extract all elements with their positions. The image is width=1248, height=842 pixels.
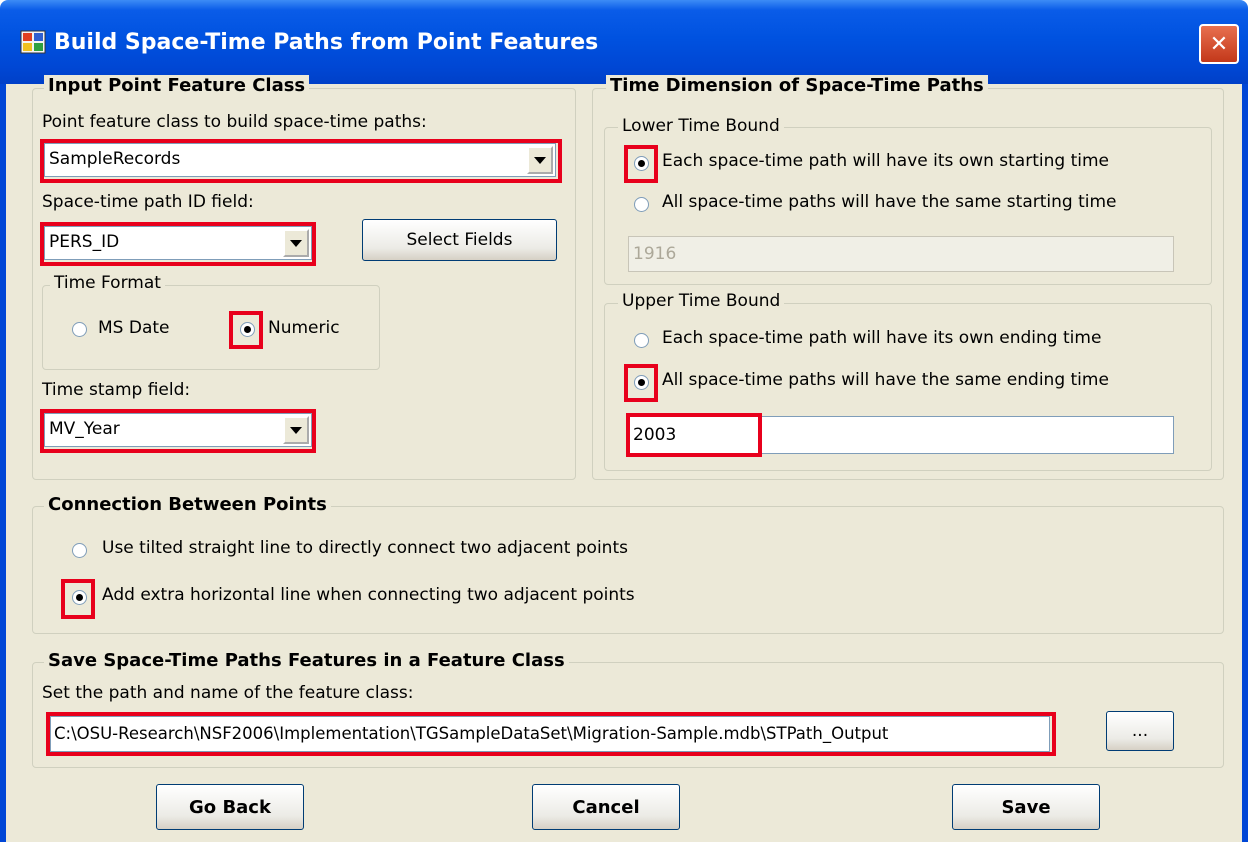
highlight-same-end-radio [624, 364, 658, 402]
go-back-button[interactable]: Go Back [156, 784, 304, 830]
highlight-time-stamp [40, 409, 316, 453]
close-icon: ✕ [1209, 31, 1229, 57]
input-group-legend: Input Point Feature Class [44, 75, 310, 96]
ms-date-label: MS Date [98, 318, 170, 338]
own-end-label: Each space-time path will have its own e… [662, 328, 1102, 348]
browse-button[interactable]: ... [1106, 711, 1174, 751]
connection-between-points-group [32, 506, 1224, 634]
close-button[interactable]: ✕ [1199, 24, 1239, 64]
ms-date-radio[interactable] [72, 322, 87, 337]
time-stamp-label: Time stamp field: [42, 380, 191, 400]
own-end-radio[interactable] [634, 333, 649, 348]
highlight-output-path [46, 712, 1056, 756]
select-fields-button[interactable]: Select Fields [362, 219, 557, 261]
tilted-line-radio[interactable] [72, 543, 87, 558]
same-start-label: All space-time paths will have the same … [662, 192, 1117, 212]
select-fields-label: Select Fields [406, 230, 513, 250]
highlight-own-start-radio [624, 145, 658, 183]
cancel-button[interactable]: Cancel [532, 784, 680, 830]
own-start-label: Each space-time path will have its own s… [662, 151, 1109, 171]
horizontal-line-label: Add extra horizontal line when connectin… [102, 585, 635, 605]
save-label: Save [1001, 796, 1051, 818]
highlight-numeric-radio [229, 311, 263, 349]
time-format-legend: Time Format [50, 273, 165, 293]
start-time-value: 1916 [633, 244, 677, 264]
save-group-legend: Save Space-Time Paths Features in a Feat… [44, 650, 569, 671]
app-icon [20, 30, 46, 54]
highlight-feature-class [40, 139, 562, 183]
go-back-label: Go Back [189, 796, 271, 818]
cancel-label: Cancel [572, 796, 640, 818]
window-title: Build Space-Time Paths from Point Featur… [54, 30, 599, 55]
upper-bound-legend: Upper Time Bound [618, 291, 785, 311]
numeric-label: Numeric [268, 318, 340, 338]
output-path-label: Set the path and name of the feature cla… [42, 683, 414, 703]
same-end-label: All space-time paths will have the same … [662, 370, 1109, 390]
highlight-end-time [626, 413, 762, 457]
same-start-radio[interactable] [634, 197, 649, 212]
lower-bound-legend: Lower Time Bound [618, 116, 784, 136]
connection-legend: Connection Between Points [44, 494, 331, 515]
highlight-horizontal-radio [61, 579, 95, 619]
window-border-right [1242, 84, 1248, 842]
browse-label: ... [1131, 721, 1149, 741]
highlight-id-field [40, 222, 316, 266]
save-button[interactable]: Save [952, 784, 1100, 830]
tilted-line-label: Use tilted straight line to directly con… [102, 538, 628, 558]
start-time-field[interactable]: 1916 [628, 236, 1174, 272]
id-field-label: Space-time path ID field: [42, 192, 254, 212]
feature-class-label: Point feature class to build space-time … [42, 112, 427, 132]
time-dimension-legend: Time Dimension of Space-Time Paths [606, 75, 988, 96]
